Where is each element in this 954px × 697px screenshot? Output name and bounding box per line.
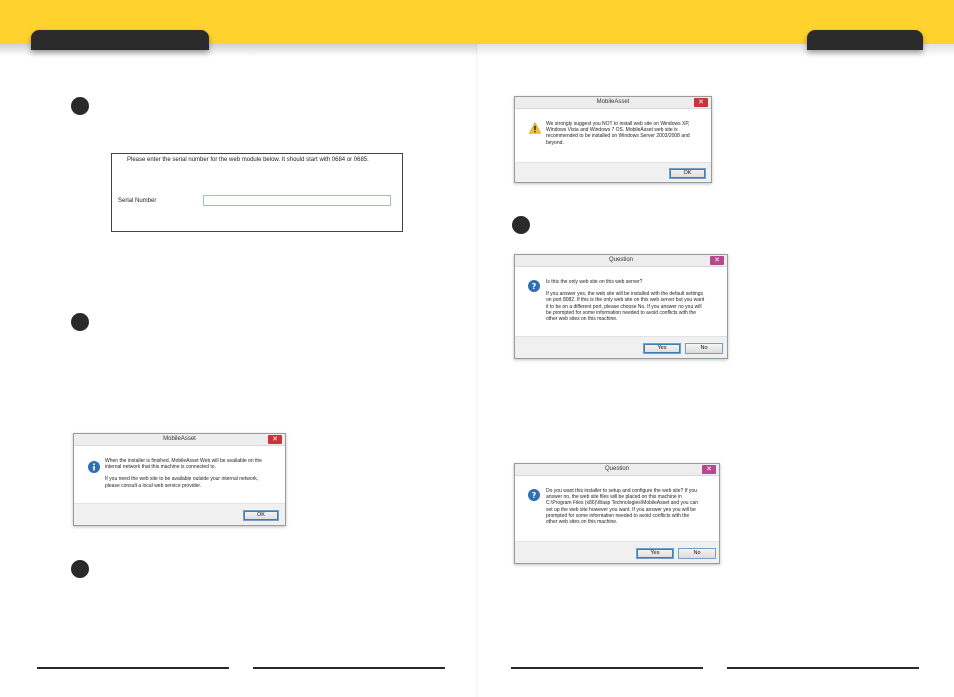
yes-button[interactable]: Yes xyxy=(643,343,681,354)
dialog-titlebar: MobileAsset ✕ xyxy=(74,434,285,446)
dialog-footer: OK xyxy=(515,162,711,182)
warning-icon xyxy=(528,121,542,134)
serial-message: Please enter the serial number for the w… xyxy=(127,157,369,163)
dialog-footer: Yes No xyxy=(515,336,727,358)
info-dialog: MobileAsset ✕ When the installer is fini… xyxy=(73,433,286,526)
ok-button[interactable]: OK xyxy=(669,168,706,179)
footer-rule xyxy=(727,667,919,669)
footer-rule xyxy=(511,667,703,669)
close-icon[interactable]: ✕ xyxy=(702,465,716,474)
dialog-footer: Yes No xyxy=(515,541,719,563)
question-dialog-2: Question ✕ ? Do you want this installer … xyxy=(514,463,720,564)
dialog-title: MobileAsset xyxy=(163,436,196,442)
footer-rule xyxy=(253,667,445,669)
no-button[interactable]: No xyxy=(685,343,723,354)
step-bullet xyxy=(512,216,530,234)
dialog-titlebar: MobileAsset ✕ xyxy=(515,97,711,109)
dialog-titlebar: Question ✕ xyxy=(515,255,727,267)
yes-button[interactable]: Yes xyxy=(636,548,674,559)
close-icon[interactable]: ✕ xyxy=(268,435,282,444)
dialog-message: When the installer is finished, MobileAs… xyxy=(105,458,283,489)
no-button[interactable]: No xyxy=(678,548,716,559)
info-icon xyxy=(88,460,100,473)
serial-number-input[interactable] xyxy=(203,195,391,206)
question-dialog-1: Question ✕ ? Is this the only web site o… xyxy=(514,254,728,359)
close-icon[interactable]: ✕ xyxy=(710,256,724,265)
header-tab-right xyxy=(807,30,923,50)
serial-number-panel: Please enter the serial number for the w… xyxy=(111,153,403,232)
ok-button[interactable]: OK xyxy=(243,510,279,521)
dialog-message: We strongly suggest you NOT to install w… xyxy=(546,121,690,146)
step-bullet xyxy=(71,313,89,331)
dialog-title: MobileAsset xyxy=(596,99,630,105)
dialog-title: Question xyxy=(604,466,629,472)
warning-dialog: MobileAsset ✕ We strongly suggest you NO… xyxy=(514,96,712,183)
step-bullet xyxy=(71,97,89,115)
dialog-titlebar: Question ✕ xyxy=(515,464,719,476)
close-icon[interactable]: ✕ xyxy=(694,98,708,107)
dialog-message: Do you want this installer to setup and … xyxy=(546,488,699,526)
footer-rule xyxy=(37,667,229,669)
dialog-message: Is this the only web site on this web se… xyxy=(546,279,728,322)
step-bullet xyxy=(71,560,89,578)
serial-number-label: Serial Number xyxy=(118,198,157,204)
question-icon: ? xyxy=(528,279,540,292)
svg-text:?: ? xyxy=(532,491,537,500)
question-icon: ? xyxy=(528,488,540,501)
dialog-title: Question xyxy=(608,257,633,263)
dialog-footer: OK xyxy=(74,503,285,525)
page-spine xyxy=(476,44,478,697)
header-tab-left xyxy=(31,30,209,50)
svg-text:?: ? xyxy=(532,282,537,291)
